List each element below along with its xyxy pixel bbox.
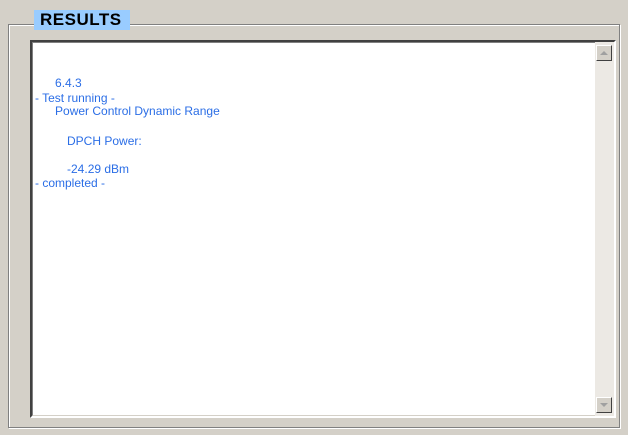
vertical-scrollbar[interactable] (595, 42, 614, 416)
results-title: RESULTS (34, 10, 130, 30)
test-id: 6.4.3 (55, 76, 82, 90)
log-line-status-completed: - completed - (35, 176, 106, 190)
measurement-value: -24.29 dBm (67, 162, 130, 176)
log-line-status-running: - Test running - (35, 91, 115, 105)
arrow-up-icon (600, 51, 608, 55)
scroll-down-button[interactable] (596, 397, 612, 413)
scroll-up-button[interactable] (596, 45, 612, 61)
results-textarea[interactable]: 6.4.3 Power Control Dynamic Range - Test… (30, 40, 616, 418)
test-name: Power Control Dynamic Range (55, 104, 220, 118)
arrow-down-icon (600, 403, 608, 407)
measurement-label: DPCH Power: (67, 134, 142, 148)
